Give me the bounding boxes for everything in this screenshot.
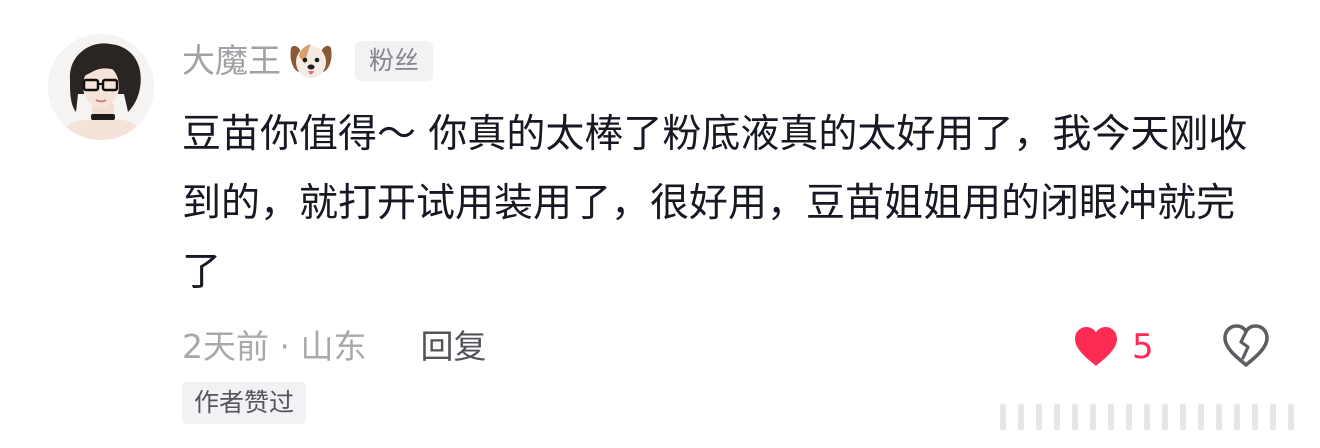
comment-time-location: 2天前 · 山东 xyxy=(182,327,367,366)
watermark-bars xyxy=(1000,404,1294,430)
comment-item: 大魔王 粉丝 豆苗你值得～ 你真的太棒了粉底液真的太好用了，我今天刚收到的，就打… xyxy=(0,0,1320,448)
broken-heart-icon[interactable] xyxy=(1221,322,1271,370)
comment-text: 豆苗你值得～ 你真的太棒了粉底液真的太好用了，我今天刚收到的，就打开试用装用了，… xyxy=(182,112,1248,295)
username[interactable]: 大魔王 xyxy=(182,38,281,84)
comment-header: 大魔王 粉丝 xyxy=(182,38,434,84)
avatar[interactable] xyxy=(48,34,154,140)
comment-meta: 2天前 · 山东 回复 xyxy=(182,324,486,370)
avatar-image xyxy=(48,34,154,140)
heart-filled-icon xyxy=(1075,327,1117,366)
reply-button[interactable]: 回复 xyxy=(420,324,486,370)
like-count: 5 xyxy=(1132,327,1154,367)
dog-face-icon xyxy=(287,38,335,84)
fan-badge: 粉丝 xyxy=(355,41,434,81)
like-button[interactable]: 5 xyxy=(1072,322,1154,372)
author-liked-badge: 作者赞过 xyxy=(182,382,307,424)
